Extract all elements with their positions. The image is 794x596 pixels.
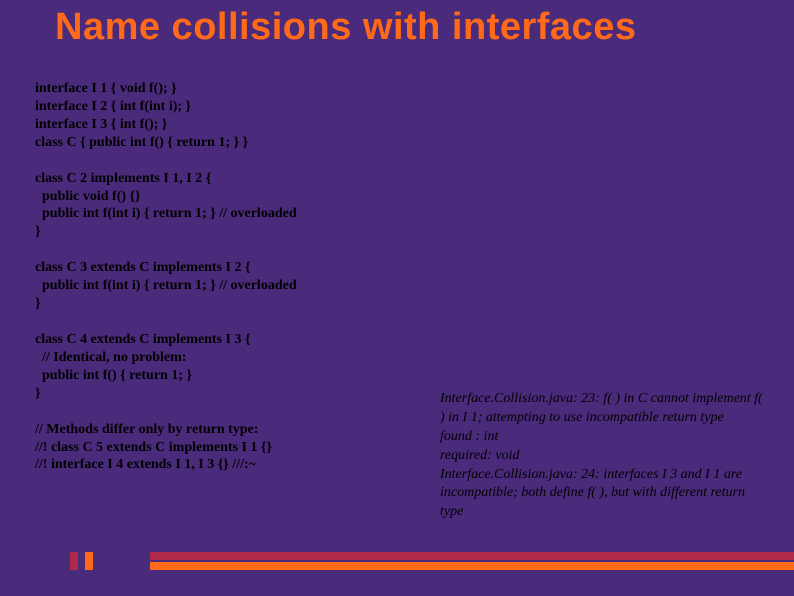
code-block: class C 4 extends C implements I 3 { // … [35,331,425,403]
footer-bar [150,562,794,570]
code-block: // Methods differ only by return type: /… [35,421,425,475]
slide: Name collisions with interfaces interfac… [0,0,794,596]
error-output: Interface.Collision.java: 23: f( ) in C … [440,390,770,522]
footer-tick [85,552,93,570]
code-block: class C 3 extends C implements I 2 { pub… [35,259,425,313]
code-block: interface I 1 { void f(); } interface I … [35,80,425,152]
code-block: class C 2 implements I 1, I 2 { public v… [35,170,425,242]
footer-decoration [0,552,794,570]
footer-tick [70,552,78,570]
footer-bar [150,552,794,560]
code-column: interface I 1 { void f(); } interface I … [35,80,425,492]
slide-title: Name collisions with interfaces [55,6,774,49]
